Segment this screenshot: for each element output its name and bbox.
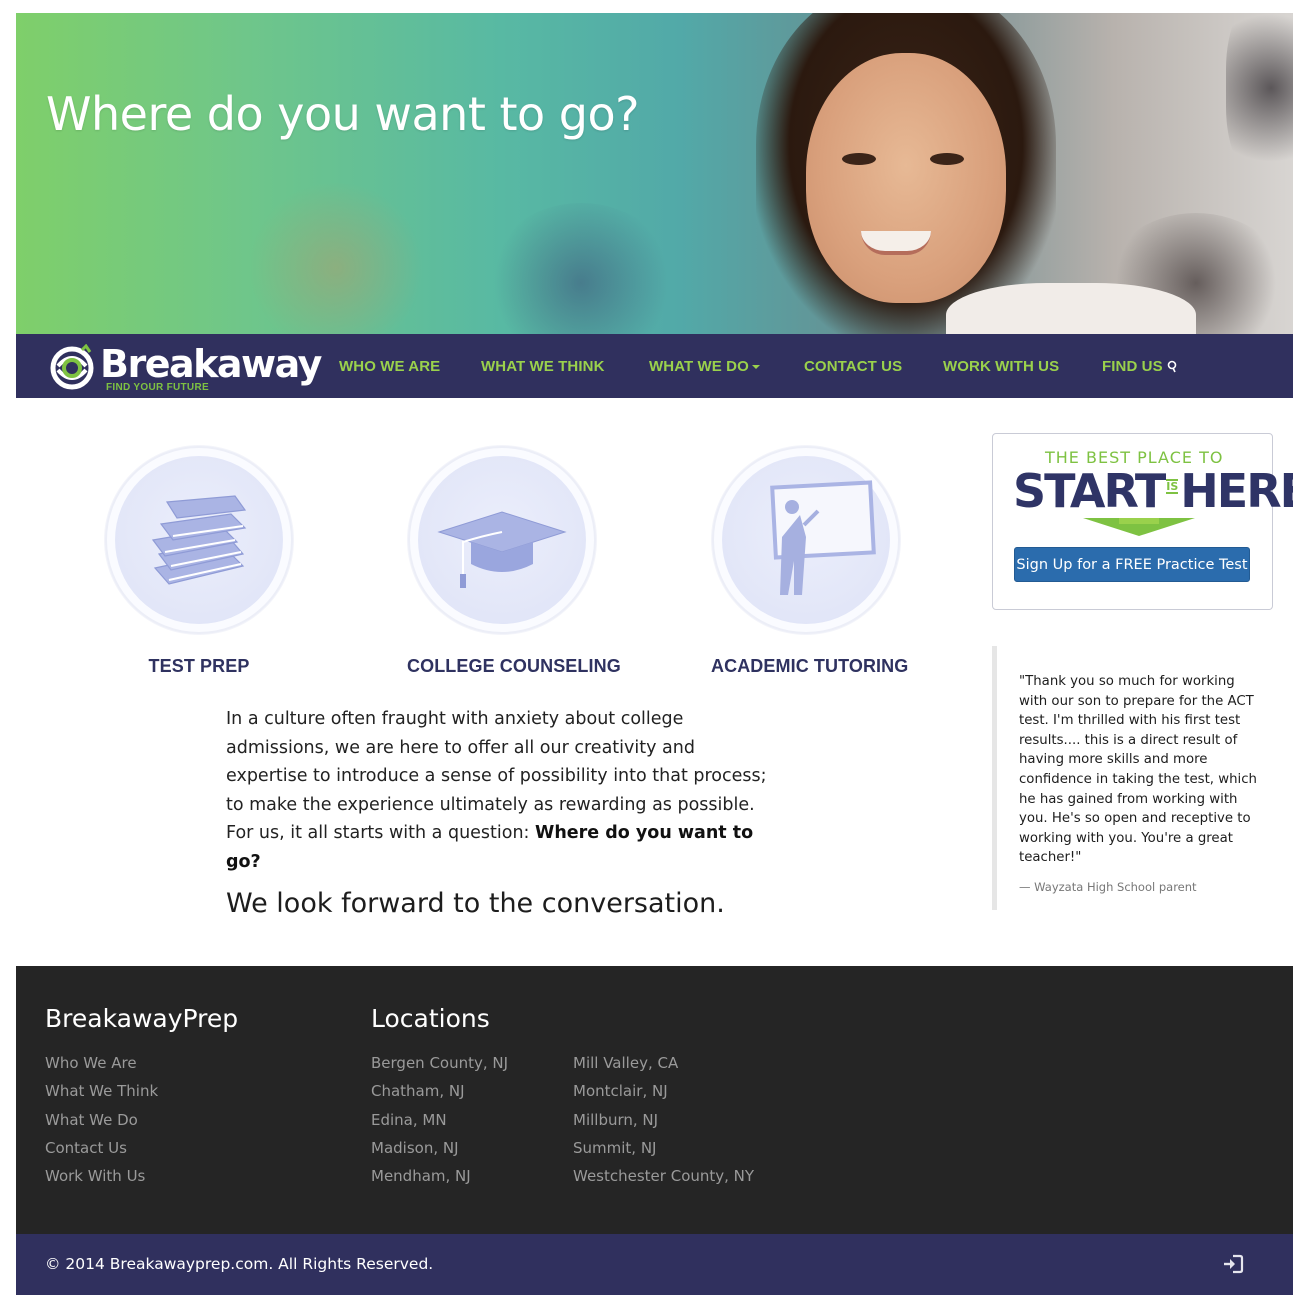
hero-title: Where do you want to go? xyxy=(46,87,640,141)
promo-box: THE BEST PLACE TO STARTISHERE Sign Up fo… xyxy=(992,433,1293,610)
logo-swirl-icon xyxy=(50,344,94,390)
logo-wordmark: Breakaway xyxy=(100,342,322,386)
footer-link-what-we-do[interactable]: What We Do xyxy=(45,1106,158,1134)
nav-contact-us-label: CONTACT US xyxy=(804,358,903,375)
page-frame: Where do you want to go? Breakaway FIND … xyxy=(16,13,1293,1295)
service-college-counseling[interactable]: COLLEGE COUNSELING xyxy=(407,446,621,677)
nav-find-us[interactable]: FIND US xyxy=(1102,358,1179,375)
nav-work-with-us[interactable]: WORK WITH US xyxy=(943,358,1059,375)
copyright-bar: © 2014 Breakawayprep.com. All Rights Res… xyxy=(16,1234,1293,1295)
footer-link-contact-us[interactable]: Contact Us xyxy=(45,1134,158,1162)
search-icon xyxy=(1167,360,1177,373)
promo-start-here: STARTISHERE xyxy=(1013,464,1293,518)
service-test-prep[interactable]: TEST PREP xyxy=(104,446,294,677)
copyright-text: © 2014 Breakawayprep.com. All Rights Res… xyxy=(45,1255,434,1273)
graduation-cap-icon xyxy=(437,511,567,588)
breakaway-logo[interactable]: Breakaway FIND YOUR FUTURE xyxy=(48,340,322,394)
footer-locations-heading: Locations xyxy=(371,1004,490,1033)
location-link[interactable]: Chatham, NJ xyxy=(371,1077,508,1105)
footer-locations-col2: Mill Valley, CA Montclair, NJ Millburn, … xyxy=(573,1049,754,1190)
testimonial-source: — Wayzata High School parent xyxy=(1019,879,1197,894)
service-label: COLLEGE COUNSELING xyxy=(407,656,621,676)
footer-locations-col1: Bergen County, NJ Chatham, NJ Edina, MN … xyxy=(371,1049,508,1190)
nav-who-we-are[interactable]: WHO WE ARE xyxy=(339,358,440,375)
location-link[interactable]: Bergen County, NJ xyxy=(371,1049,508,1077)
promo-here: HERE xyxy=(1180,464,1293,518)
service-circle xyxy=(712,446,900,634)
nav-work-with-us-label: WORK WITH US xyxy=(943,358,1060,375)
logo-tagline: FIND YOUR FUTURE xyxy=(106,382,209,393)
teacher-whiteboard-icon xyxy=(770,480,876,595)
intro-paragraph: In a culture often fraught with anxiety … xyxy=(226,705,781,876)
nav-who-we-are-label: WHO WE ARE xyxy=(339,358,441,375)
location-link[interactable]: Millburn, NJ xyxy=(573,1106,754,1134)
location-link[interactable]: Summit, NJ xyxy=(573,1134,754,1162)
testimonial-text: "Thank you so much for working with our … xyxy=(1019,674,1257,866)
nav-what-we-think[interactable]: WHAT WE THINK xyxy=(481,358,605,375)
free-practice-test-button[interactable]: Sign Up for a FREE Practice Test xyxy=(1014,547,1250,582)
promo-start: START xyxy=(1013,464,1166,518)
nav-find-us-label: FIND US xyxy=(1102,358,1163,375)
down-arrow-icon xyxy=(1083,518,1195,536)
main-navbar: Breakaway FIND YOUR FUTURE WHO WE ARE WH… xyxy=(16,334,1293,398)
nav-what-we-do-label: WHAT WE DO xyxy=(649,358,749,375)
location-link[interactable]: Edina, MN xyxy=(371,1106,508,1134)
hero-banner: Where do you want to go? xyxy=(16,13,1293,334)
location-link[interactable]: Montclair, NJ xyxy=(573,1077,754,1105)
service-circle xyxy=(408,446,596,634)
login-icon[interactable] xyxy=(1222,1254,1244,1274)
caret-down-icon xyxy=(751,365,760,370)
intro-tagline: We look forward to the conversation. xyxy=(226,888,725,919)
location-link[interactable]: Westchester County, NY xyxy=(573,1162,754,1190)
footer-link-what-we-think[interactable]: What We Think xyxy=(45,1077,158,1105)
footer-link-work-with-us[interactable]: Work With Us xyxy=(45,1162,158,1190)
footer-brand-heading: BreakawayPrep xyxy=(45,1004,239,1033)
nav-what-we-do[interactable]: WHAT WE DO xyxy=(649,358,760,375)
service-academic-tutoring[interactable]: ACADEMIC TUTORING xyxy=(711,446,909,677)
books-icon xyxy=(151,495,247,585)
testimonial: "Thank you so much for working with our … xyxy=(992,646,1267,910)
service-circle xyxy=(105,446,293,634)
promo-is: IS xyxy=(1166,479,1179,494)
footer-link-who-we-are[interactable]: Who We Are xyxy=(45,1049,158,1077)
footer-brand-links: Who We Are What We Think What We Do Cont… xyxy=(45,1049,158,1190)
nav-what-we-think-label: WHAT WE THINK xyxy=(481,358,605,375)
nav-contact-us[interactable]: CONTACT US xyxy=(804,358,902,375)
location-link[interactable]: Mendham, NJ xyxy=(371,1162,508,1190)
footer: BreakawayPrep Who We Are What We Think W… xyxy=(16,966,1293,1234)
location-link[interactable]: Mill Valley, CA xyxy=(573,1049,754,1077)
service-label: ACADEMIC TUTORING xyxy=(711,656,909,676)
service-label: TEST PREP xyxy=(148,656,250,676)
location-link[interactable]: Madison, NJ xyxy=(371,1134,508,1162)
